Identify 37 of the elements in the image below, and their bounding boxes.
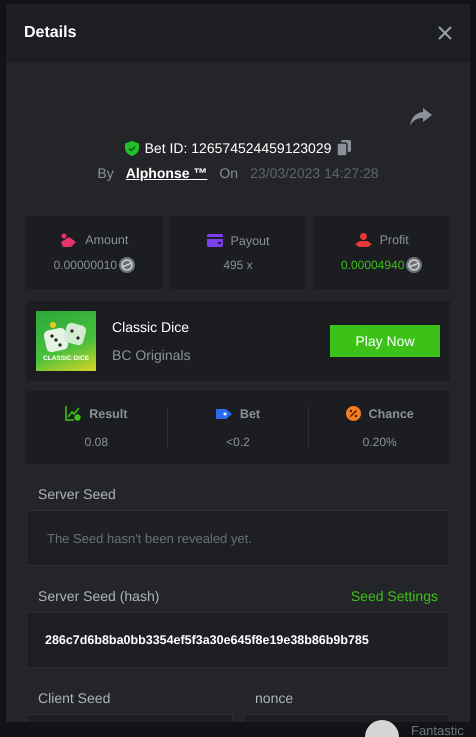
result-value: 0.08 bbox=[84, 435, 108, 449]
result-label: Chance bbox=[368, 406, 414, 420]
stat-label: Profit bbox=[380, 232, 409, 246]
server-seed-field[interactable]: The Seed hasn't been revealed yet. bbox=[26, 510, 450, 566]
stat-value: 495 x bbox=[223, 258, 253, 272]
bet-date: 23/03/2023 14:27:28 bbox=[250, 165, 379, 181]
game-provider: BC Originals bbox=[112, 347, 192, 363]
by-label: By bbox=[97, 165, 114, 181]
stat-value: 0.00000010 bbox=[54, 258, 118, 272]
person-hand-icon bbox=[354, 232, 372, 246]
stat-value: 0.00004940 bbox=[340, 258, 404, 272]
close-button[interactable] bbox=[438, 26, 452, 40]
stat-label: Amount bbox=[85, 232, 128, 246]
field-label: Client Seed bbox=[38, 690, 110, 706]
wallet-icon bbox=[206, 234, 223, 247]
dialog-title: Details bbox=[24, 24, 76, 42]
share-icon[interactable] bbox=[410, 108, 432, 126]
seed-settings-link[interactable]: Seed Settings bbox=[350, 588, 438, 604]
field-label: Server Seed bbox=[38, 486, 116, 502]
game-name: Classic Dice bbox=[112, 319, 190, 335]
result-label: Bet bbox=[240, 406, 260, 420]
bet-id: Bet ID: 126574524459123029 bbox=[144, 140, 332, 156]
result-value: <0.2 bbox=[226, 434, 250, 448]
chart-check-icon bbox=[65, 406, 82, 421]
tag-icon bbox=[216, 406, 232, 420]
copy-icon[interactable] bbox=[337, 140, 352, 156]
field-label: nonce bbox=[255, 690, 294, 706]
result-label: Result bbox=[89, 406, 128, 420]
field-label: Server Seed (hash) bbox=[38, 588, 160, 604]
user-name: Fantastic bbox=[411, 722, 464, 737]
result-value: 0.20% bbox=[362, 435, 397, 449]
server-seed-hash-field[interactable]: 286c7d6b8ba0bb3354ef5f3a30e645f8e19e38b86b9b785 bbox=[26, 612, 450, 668]
percent-icon bbox=[346, 406, 361, 421]
user-link[interactable]: Alphonse ™ bbox=[126, 165, 208, 181]
stat-label: Payout bbox=[230, 234, 270, 248]
shield-check-icon bbox=[124, 140, 139, 156]
on-label: On bbox=[219, 165, 238, 181]
